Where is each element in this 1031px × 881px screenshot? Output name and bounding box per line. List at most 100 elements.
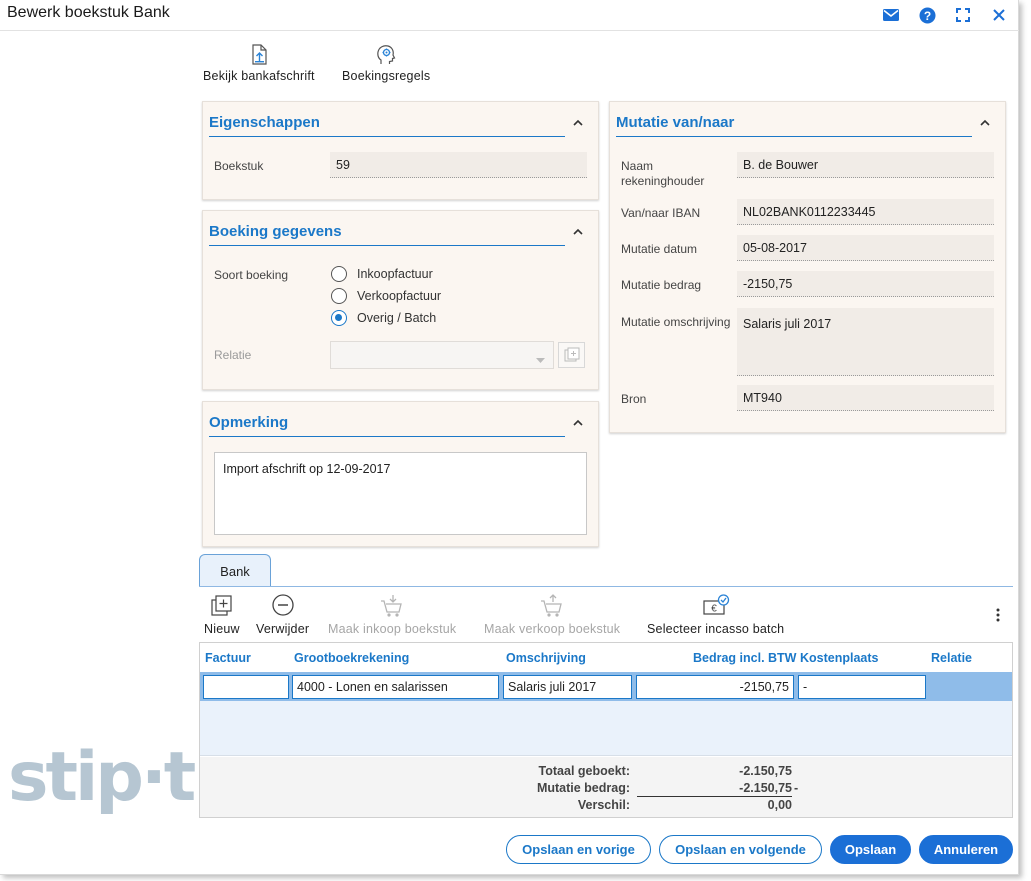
save-and-next-button[interactable]: Opslaan en volgende [659, 835, 822, 864]
account-holder-label-line2: rekeninghouder [621, 174, 705, 188]
mutation-description-value: Salaris juli 2017 [737, 308, 994, 376]
booking-rules-label: Boekingsregels [342, 69, 431, 83]
chevron-up-icon[interactable] [571, 416, 585, 430]
source-value: MT940 [737, 385, 994, 411]
column-header-grootboek[interactable]: Grootboekrekening [294, 651, 409, 665]
make-sales-document-button[interactable]: Maak verkoop boekstuk [484, 593, 620, 636]
remark-textarea[interactable]: Import afschrift op 12-09-2017 [214, 452, 587, 535]
remove-line-button[interactable]: Verwijder [256, 593, 309, 636]
account-holder-value: B. de Bouwer [737, 152, 994, 178]
chevron-up-icon[interactable] [571, 116, 585, 130]
select-direct-debit-batch-button[interactable]: € Selecteer incasso batch [647, 593, 784, 636]
more-vertical-icon[interactable] [991, 606, 1005, 624]
mutation-amount-total-value: -2.150,75 [739, 781, 792, 795]
add-relation-icon[interactable] [558, 342, 585, 368]
add-line-icon [209, 593, 235, 622]
mutation-panel: Mutatie van/naar Naam rekeninghouder B. … [609, 101, 1006, 433]
relation-label: Relatie [214, 348, 252, 362]
mail-icon[interactable] [882, 6, 900, 24]
radio-circle[interactable] [331, 288, 347, 304]
dialog-window: Bewerk boekstuk Bank ? Bekijk bankafschr… [0, 0, 1019, 875]
view-bank-statement-button[interactable]: Bekijk bankafschrift [203, 43, 315, 83]
mutation-amount-label: Mutatie bedrag [621, 278, 702, 292]
empty-rows-area [200, 701, 1012, 756]
tab-bank[interactable]: Bank [199, 554, 271, 587]
chevron-up-icon[interactable] [978, 116, 992, 130]
cart-down-icon [379, 593, 405, 622]
boekstuk-label: Boekstuk [214, 159, 264, 173]
cancel-button[interactable]: Annuleren [919, 835, 1013, 864]
column-header-relatie[interactable]: Relatie [931, 651, 972, 665]
brand-logo: stip·t [8, 738, 196, 817]
relation-select[interactable] [330, 341, 554, 369]
properties-divider [209, 136, 565, 137]
chevron-up-icon[interactable] [571, 225, 585, 239]
radio-inkoopfactuur[interactable]: Inkoopfactuur [331, 266, 433, 282]
booking-lines-grid: Factuur Grootboekrekening Omschrijving B… [199, 642, 1013, 818]
remove-line-label: Verwijder [256, 622, 310, 636]
iban-label: Van/naar IBAN [621, 206, 701, 220]
make-purchase-document-label: Maak inkoop boekstuk [328, 622, 457, 636]
remark-panel: Opmerking Import afschrift op 12-09-2017 [202, 401, 599, 547]
cell-factuur-input[interactable] [203, 675, 289, 699]
save-and-previous-button[interactable]: Opslaan en vorige [506, 835, 651, 864]
euro-check-icon: € [702, 593, 730, 622]
close-icon[interactable] [990, 6, 1008, 24]
totals-underline [637, 796, 792, 797]
remove-line-icon [270, 593, 296, 622]
make-purchase-document-button[interactable]: Maak inkoop boekstuk [328, 593, 456, 636]
make-sales-document-label: Maak verkoop boekstuk [484, 622, 621, 636]
column-header-bedrag[interactable]: Bedrag incl. BTW [693, 651, 796, 665]
cart-up-icon [539, 593, 565, 622]
cell-grootboek-input[interactable]: 4000 - Lonen en salarissen [292, 675, 499, 699]
radio-overig-batch[interactable]: Overig / Batch [331, 310, 436, 326]
total-booked-label: Totaal geboekt: [538, 764, 630, 778]
view-bank-statement-label: Bekijk bankafschrift [203, 69, 315, 83]
mutation-amount-value: -2150,75 [737, 271, 994, 297]
svg-text:?: ? [923, 8, 930, 22]
radio-verkoopfactuur[interactable]: Verkoopfactuur [331, 288, 441, 304]
source-label: Bron [621, 392, 647, 406]
column-header-factuur[interactable]: Factuur [205, 651, 251, 665]
difference-value: 0,00 [767, 798, 792, 812]
iban-value: NL02BANK0112233445 [737, 199, 994, 225]
radio-circle-selected[interactable] [331, 310, 347, 326]
svg-text:€: € [711, 604, 717, 615]
cell-bedrag-input[interactable]: -2150,75 [636, 675, 794, 699]
booking-data-title: Boeking gegevens [209, 223, 342, 240]
account-holder-label: Naam rekeninghouder [621, 159, 704, 189]
properties-title: Eigenschappen [209, 114, 320, 131]
mutation-amount-sign: - [794, 781, 799, 795]
column-header-kostenplaats[interactable]: Kostenplaats [800, 651, 879, 665]
remark-divider [209, 436, 565, 437]
column-header-omschrijving[interactable]: Omschrijving [506, 651, 586, 665]
properties-panel: Eigenschappen Boekstuk 59 [202, 101, 599, 200]
mutation-description-label: Mutatie omschrijving [621, 315, 731, 329]
account-holder-label-line1: Naam [621, 159, 654, 173]
window-title: Bewerk boekstuk Bank [7, 4, 170, 21]
mutation-amount-total-label: Mutatie bedrag: [536, 781, 630, 795]
radio-verkoopfactuur-label: Verkoopfactuur [357, 289, 442, 303]
new-line-button[interactable]: Nieuw [204, 593, 240, 636]
dropdown-arrow-icon [536, 353, 545, 367]
cell-kostenplaats-input[interactable]: - [798, 675, 926, 699]
remark-title: Opmerking [209, 414, 289, 431]
maximize-icon[interactable] [954, 6, 972, 24]
title-bar: Bewerk boekstuk Bank ? [0, 0, 1019, 31]
radio-inkoopfactuur-label: Inkoopfactuur [357, 267, 433, 281]
totals-footer: Totaal geboekt: -2.150,75 Mutatie bedrag… [200, 757, 1012, 817]
boekstuk-value: 59 [330, 152, 587, 178]
cell-omschrijving-input[interactable]: Salaris juli 2017 [503, 675, 632, 699]
booking-data-panel: Boeking gegevens Soort boeking Inkoopfac… [202, 210, 599, 390]
document-upload-icon [248, 43, 270, 69]
new-line-label: Nieuw [204, 622, 240, 636]
mutation-divider [616, 136, 972, 137]
booking-rules-button[interactable]: Boekingsregels [342, 43, 430, 83]
total-booked-value: -2.150,75 [739, 764, 792, 778]
save-button[interactable]: Opslaan [830, 835, 911, 864]
help-icon[interactable]: ? [918, 6, 936, 24]
mutation-title: Mutatie van/naar [616, 114, 735, 131]
tab-divider [199, 586, 1013, 587]
radio-circle[interactable] [331, 266, 347, 282]
booking-data-divider [209, 245, 565, 246]
